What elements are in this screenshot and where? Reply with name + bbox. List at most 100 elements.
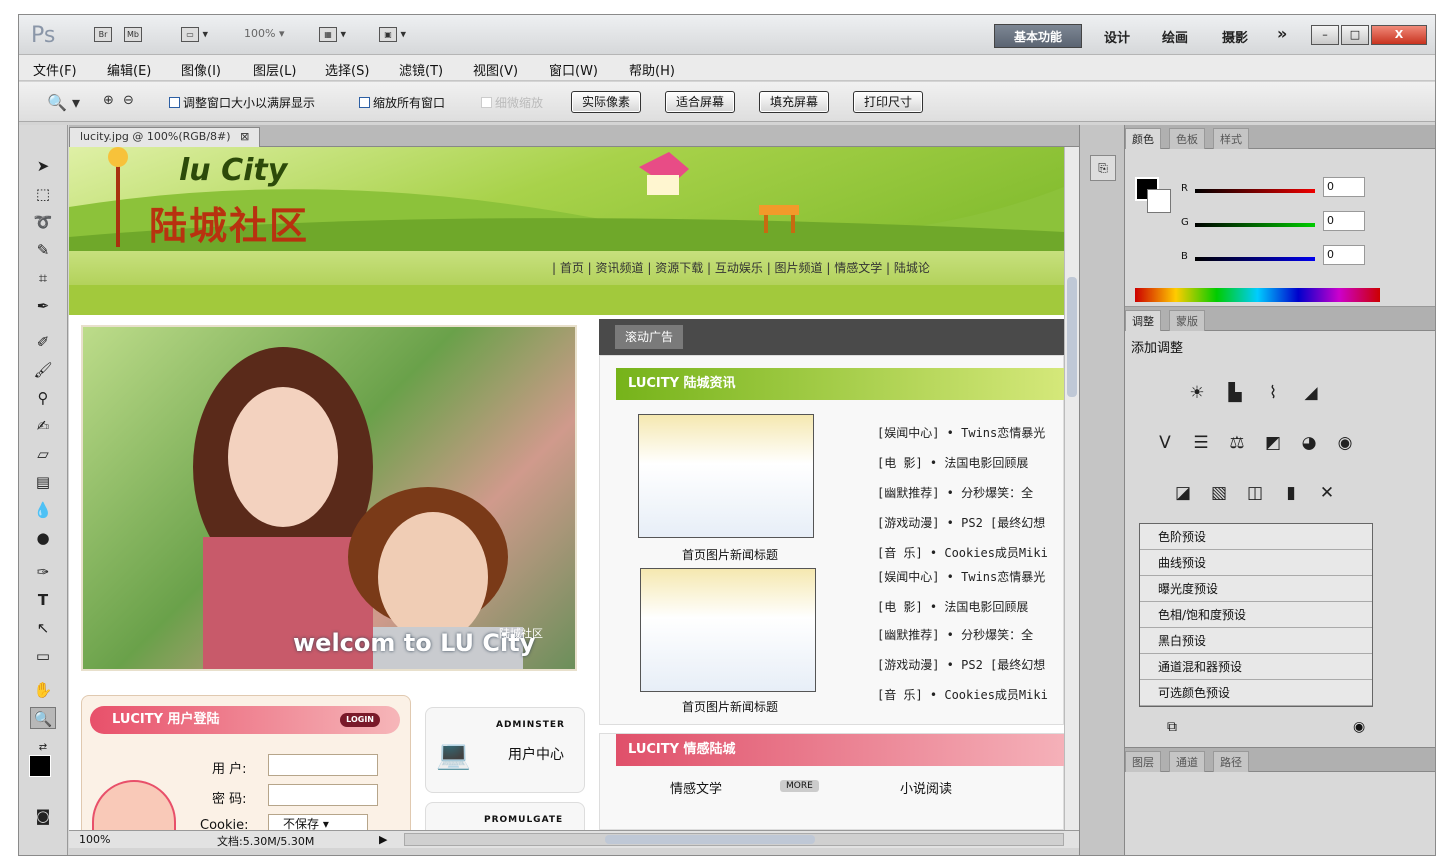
cookie-select[interactable]: 不保存 ▾ bbox=[268, 814, 368, 830]
eyedropper-tool-icon[interactable]: ✒ bbox=[30, 295, 56, 317]
mini-bridge-icon[interactable]: Mb bbox=[124, 27, 142, 45]
move-tool-icon[interactable]: ➤ bbox=[30, 155, 56, 177]
novel-reading-link[interactable]: 小说阅读 bbox=[900, 778, 952, 797]
g-value[interactable]: 0 bbox=[1323, 211, 1365, 231]
username-input[interactable] bbox=[268, 754, 378, 776]
workspace-design[interactable]: 设计 bbox=[1104, 27, 1130, 46]
document-canvas[interactable]: lu City 陆城社区 | 首页 | 资讯频道 | 资源下载 | 互动娱乐 |… bbox=[69, 147, 1064, 830]
horizontal-scrollbar[interactable] bbox=[404, 833, 1064, 846]
news-item[interactable]: [游戏动漫] • PS2 [最终幻想 bbox=[877, 514, 1064, 531]
status-menu-arrow-icon[interactable]: ▶ bbox=[379, 833, 387, 846]
workspace-photography[interactable]: 摄影 bbox=[1222, 27, 1248, 46]
gradient-map-icon[interactable]: ▮ bbox=[1279, 481, 1303, 505]
print-size-button[interactable]: 打印尺寸 bbox=[853, 91, 924, 113]
posterize-icon[interactable]: ▧ bbox=[1207, 481, 1231, 505]
clone-stamp-tool-icon[interactable]: ⚲ bbox=[30, 387, 56, 409]
tab-channels[interactable]: 通道 bbox=[1169, 751, 1205, 772]
workspace-painting[interactable]: 绘画 bbox=[1162, 27, 1188, 46]
crop-tool-icon[interactable]: ⌗ bbox=[30, 267, 56, 289]
resize-windows-checkbox[interactable]: 调整窗口大小以满屏显示 bbox=[169, 94, 315, 111]
maximize-button[interactable]: □ bbox=[1341, 25, 1369, 45]
news-item[interactable]: [幽默推荐] • 分秒爆笑：全 bbox=[877, 484, 1064, 501]
quick-mask-icon[interactable]: ◙ bbox=[30, 805, 56, 827]
tab-swatches[interactable]: 色板 bbox=[1169, 128, 1205, 149]
healing-brush-tool-icon[interactable]: ✐ bbox=[30, 331, 56, 353]
promulgate-box[interactable]: PROMULGATE bbox=[425, 802, 585, 830]
menu-filter[interactable]: 滤镜(T) bbox=[399, 60, 443, 79]
bridge-icon[interactable]: Br bbox=[94, 27, 112, 45]
vibrance-icon[interactable]: V bbox=[1153, 431, 1177, 455]
status-zoom[interactable]: 100% bbox=[79, 833, 110, 846]
more-workspaces-button[interactable]: » bbox=[1277, 24, 1287, 43]
color-spectrum[interactable] bbox=[1135, 288, 1380, 302]
zoom-all-windows-checkbox[interactable]: 缩放所有窗口 bbox=[359, 94, 445, 111]
channel-mixer-icon[interactable]: ◉ bbox=[1333, 431, 1357, 455]
menu-layer[interactable]: 图层(L) bbox=[253, 60, 296, 79]
news-item[interactable]: [游戏动漫] • PS2 [最终幻想 bbox=[877, 656, 1064, 673]
user-center-box[interactable]: ADMINSTER 用户中心 💻 bbox=[425, 707, 585, 793]
brush-tool-icon[interactable]: 🖌 bbox=[30, 359, 56, 381]
preset-hue-saturation[interactable]: 色相/饱和度预设 bbox=[1140, 602, 1372, 628]
close-button[interactable]: X bbox=[1371, 25, 1427, 45]
news-item[interactable]: [电 影] • 法国电影回顾展 bbox=[877, 598, 1064, 615]
threshold-icon[interactable]: ◫ bbox=[1243, 481, 1267, 505]
news-item[interactable]: [娱闻中心] • Twins恋情暴光 bbox=[877, 424, 1064, 441]
menu-image[interactable]: 图像(I) bbox=[181, 60, 221, 79]
fit-screen-button[interactable]: 适合屏幕 bbox=[665, 91, 736, 113]
bg-color-swatch[interactable] bbox=[1147, 189, 1171, 213]
curves-icon[interactable]: ⌇ bbox=[1261, 381, 1285, 405]
menu-window[interactable]: 窗口(W) bbox=[549, 60, 598, 79]
tab-adjustments[interactable]: 调整 bbox=[1125, 310, 1161, 331]
news-item[interactable]: [娱闻中心] • Twins恋情暴光 bbox=[877, 568, 1064, 585]
b-value[interactable]: 0 bbox=[1323, 245, 1365, 265]
blur-tool-icon[interactable]: 💧 bbox=[30, 499, 56, 521]
zoom-tool-preset-icon[interactable]: 🔍 ▾ bbox=[47, 93, 80, 112]
tab-color[interactable]: 颜色 bbox=[1125, 128, 1161, 149]
news-item[interactable]: [幽默推荐] • 分秒爆笑：全 bbox=[877, 626, 1064, 643]
preset-curves[interactable]: 曲线预设 bbox=[1140, 550, 1372, 576]
menu-select[interactable]: 选择(S) bbox=[325, 60, 369, 79]
dodge-tool-icon[interactable]: ● bbox=[30, 527, 56, 549]
brightness-icon[interactable]: ☀ bbox=[1185, 381, 1209, 405]
hand-tool-icon[interactable]: ✋ bbox=[30, 679, 56, 701]
zoom-level-select[interactable]: 100% ▾ bbox=[244, 27, 284, 45]
r-value[interactable]: 0 bbox=[1323, 177, 1365, 197]
preset-selective-color[interactable]: 可选颜色预设 bbox=[1140, 680, 1372, 706]
menu-view[interactable]: 视图(V) bbox=[473, 60, 518, 79]
tab-layers[interactable]: 图层 bbox=[1125, 751, 1161, 772]
selective-color-icon[interactable]: ✕ bbox=[1315, 481, 1339, 505]
tab-masks[interactable]: 蒙版 bbox=[1169, 310, 1205, 331]
emotion-literature-link[interactable]: 情感文学 bbox=[670, 778, 722, 797]
photo-filter-icon[interactable]: ◕ bbox=[1297, 431, 1321, 455]
preset-channel-mixer[interactable]: 通道混和器预设 bbox=[1140, 654, 1372, 680]
lasso-tool-icon[interactable]: ➰ bbox=[30, 211, 56, 233]
tab-styles[interactable]: 样式 bbox=[1213, 128, 1249, 149]
news-item[interactable]: [电 影] • 法国电影回顾展 bbox=[877, 454, 1064, 471]
close-tab-icon[interactable]: ⊠ bbox=[240, 130, 249, 143]
news-thumbnail[interactable] bbox=[640, 568, 816, 692]
news-item[interactable]: [音 乐] • Cookies成员Miki bbox=[877, 686, 1064, 703]
menu-help[interactable]: 帮助(H) bbox=[629, 60, 675, 79]
r-slider[interactable] bbox=[1195, 189, 1315, 193]
black-white-icon[interactable]: ◩ bbox=[1261, 431, 1285, 455]
menu-file[interactable]: 文件(F) bbox=[33, 60, 77, 79]
password-input[interactable] bbox=[268, 784, 378, 806]
more-button[interactable]: MORE bbox=[780, 780, 819, 792]
eraser-tool-icon[interactable]: ▱ bbox=[30, 443, 56, 465]
view-extras-icon[interactable]: ▭ ▾ bbox=[181, 27, 208, 45]
horizontal-scroll-thumb[interactable] bbox=[605, 835, 815, 844]
document-tab[interactable]: lucity.jpg @ 100%(RGB/8#) ⊠ bbox=[69, 127, 261, 147]
preset-black-white[interactable]: 黑白预设 bbox=[1140, 628, 1372, 654]
clip-icon[interactable]: ⧉ bbox=[1167, 719, 1177, 735]
news-thumbnail[interactable] bbox=[638, 414, 814, 538]
vertical-scrollbar[interactable] bbox=[1064, 147, 1079, 830]
shape-tool-icon[interactable]: ▭ bbox=[30, 645, 56, 667]
zoom-tool-icon[interactable]: 🔍 bbox=[30, 707, 56, 729]
marquee-tool-icon[interactable]: ⬚ bbox=[30, 183, 56, 205]
pen-tool-icon[interactable]: ✑ bbox=[30, 561, 56, 583]
b-slider[interactable] bbox=[1195, 257, 1315, 261]
menu-edit[interactable]: 编辑(E) bbox=[107, 60, 151, 79]
exposure-icon[interactable]: ◢ bbox=[1299, 381, 1323, 405]
minimize-button[interactable]: – bbox=[1311, 25, 1339, 45]
scrubby-zoom-checkbox[interactable]: 细微缩放 bbox=[481, 94, 543, 111]
